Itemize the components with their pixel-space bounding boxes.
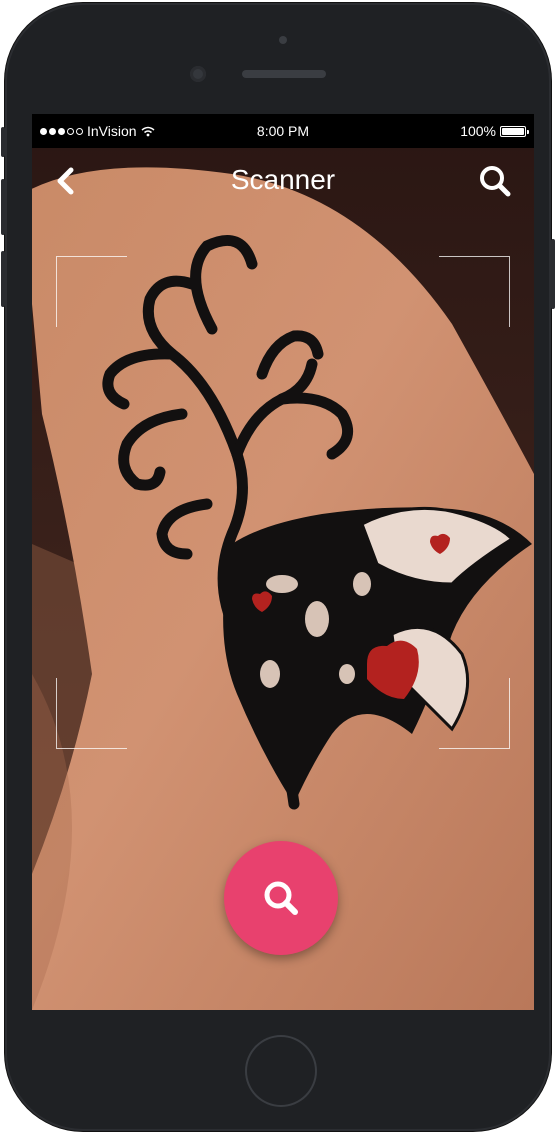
search-icon — [480, 166, 511, 197]
scan-frame-corner-top-left — [56, 256, 127, 327]
proximity-sensor — [279, 36, 287, 44]
phone-frame: InVision 8:00 PM 100% Scanner — [1, 3, 555, 1131]
scan-button[interactable] — [224, 841, 338, 955]
status-bar: InVision 8:00 PM 100% — [32, 114, 534, 148]
home-button[interactable] — [245, 1035, 317, 1107]
front-camera — [190, 66, 206, 82]
scan-frame-corner-bottom-left — [56, 678, 127, 749]
earpiece-speaker — [242, 70, 326, 78]
scan-frame-corner-top-right — [439, 256, 510, 327]
search-button[interactable] — [478, 164, 512, 198]
scan-frame-corner-bottom-right — [439, 678, 510, 749]
search-icon — [264, 881, 298, 915]
nav-bar: Scanner — [32, 148, 534, 210]
power-button — [551, 239, 555, 309]
mute-switch — [1, 127, 5, 157]
volume-up-button — [1, 179, 5, 235]
status-right: 100% — [460, 123, 529, 139]
battery-percentage: 100% — [460, 123, 496, 139]
status-time: 8:00 PM — [256, 123, 310, 139]
volume-down-button — [1, 251, 5, 307]
battery-icon — [500, 125, 529, 137]
screen: InVision 8:00 PM 100% Scanner — [32, 114, 534, 1010]
page-title: Scanner — [230, 164, 336, 195]
